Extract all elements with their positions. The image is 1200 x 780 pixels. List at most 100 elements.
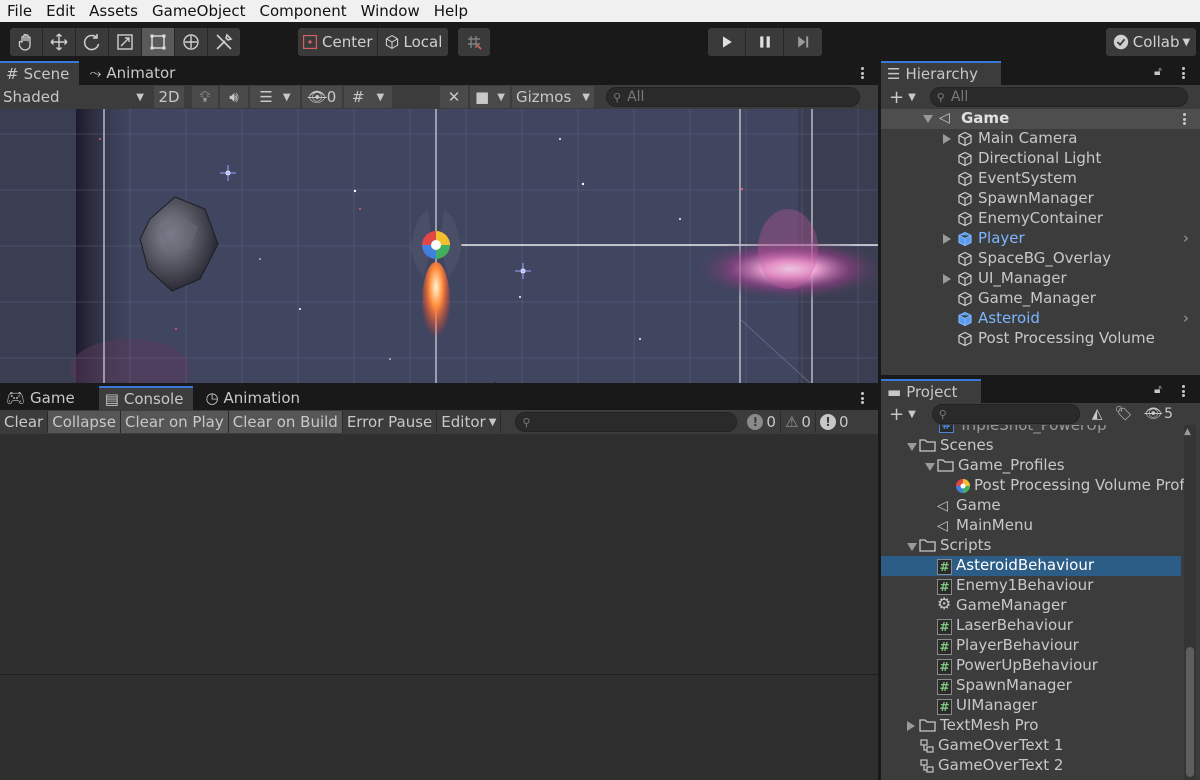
grid-snap-button[interactable] [458,28,490,56]
scroll-up-icon[interactable]: ▲ [1184,427,1191,437]
console-search-input[interactable]: ⚲ [515,412,738,432]
expand-arrow-icon[interactable] [907,721,915,731]
project-item[interactable]: GameOverText 1 [881,736,1181,756]
chevron-right-icon[interactable]: › [1183,229,1189,247]
tab-animator[interactable]: ⤳ Animator [83,61,185,85]
toggle-2d-button[interactable]: 2D [154,86,184,108]
custom-tool-button[interactable] [208,28,240,56]
clear-button[interactable]: Clear [0,411,49,433]
tab-console[interactable]: ▤ Console [98,386,194,410]
move-tool-button[interactable] [43,28,76,56]
menu-help[interactable]: Help [427,2,475,20]
project-item[interactable]: # Enemy1Behaviour [881,576,1181,596]
project-item[interactable]: # LaserBehaviour [881,616,1181,636]
lock-icon[interactable]: 🔓︎ [1154,64,1162,79]
camera-dropdown[interactable]: ■ ▼ [470,86,510,108]
error-filter-toggle[interactable]: ! 0 [816,411,853,433]
project-search-input[interactable]: ⚲ [931,404,1080,424]
hierarchy-item[interactable]: Directional Light [881,149,1200,169]
tab-scene[interactable]: # Scene [0,61,80,85]
project-item[interactable]: # UIManager [881,696,1181,716]
scene-row-menu-icon[interactable] [1177,111,1191,127]
log-filter-toggle[interactable]: ! 0 [743,411,781,433]
hierarchy-menu-icon[interactable] [1176,65,1190,81]
scene-row[interactable]: ◁ Game [881,109,1200,129]
menu-component[interactable]: Component [253,2,354,20]
transform-tool-button[interactable] [175,28,208,56]
scene-menu-icon[interactable] [855,65,869,81]
rect-tool-button[interactable] [142,28,175,56]
scale-tool-button[interactable] [109,28,142,56]
project-item[interactable]: Scripts [881,536,1181,556]
expand-arrow-icon[interactable] [943,134,951,144]
project-item[interactable]: # AsteroidBehaviour [881,556,1181,576]
editor-dropdown[interactable]: Editor ▼ [437,411,502,433]
project-item[interactable]: TextMesh Pro [881,716,1181,736]
pivot-local-button[interactable]: Local [378,28,449,56]
tab-hierarchy[interactable]: ☰ Hierarchy [881,61,1001,85]
collapse-button[interactable]: Collapse [48,411,121,433]
hierarchy-item[interactable]: Player › [881,229,1200,249]
expand-arrow-icon[interactable] [907,543,917,551]
project-scrollbar[interactable]: ▲ [1184,425,1196,780]
hierarchy-item[interactable]: SpawnManager [881,189,1200,209]
create-dropdown[interactable]: + ▼ [889,87,916,108]
collab-button[interactable]: Collab ▼ [1106,28,1196,56]
grid-dropdown[interactable]: # ▼ [344,86,392,108]
hierarchy-item[interactable]: Game_Manager [881,289,1200,309]
pause-button[interactable] [746,28,784,56]
project-item[interactable]: # SpawnManager [881,676,1181,696]
menu-window[interactable]: Window [354,2,427,20]
audio-toggle[interactable]: 🔊︎ [220,86,248,108]
lock-icon[interactable]: 🔓︎ [1154,382,1162,397]
project-item[interactable]: # PlayerBehaviour [881,636,1181,656]
shading-mode-dropdown[interactable]: Shaded ▼ [0,85,148,109]
pivot-center-button[interactable]: Center [298,28,378,56]
tab-project[interactable]: ▬ Project [881,379,981,403]
lighting-toggle[interactable]: 💡︎ [192,86,218,108]
error-pause-button[interactable]: Error Pause [343,411,438,433]
project-create-dropdown[interactable]: + ▼ [889,404,916,425]
project-menu-icon[interactable] [1176,383,1190,399]
project-item[interactable]: # PowerUpBehaviour [881,656,1181,676]
menu-gameobject[interactable]: GameObject [145,2,253,20]
warning-filter-toggle[interactable]: ⚠ 0 [781,411,816,433]
tab-game[interactable]: 🎮︎ Game [0,386,85,410]
project-item[interactable]: ⚙ GameManager [881,594,1181,616]
menu-edit[interactable]: Edit [39,2,82,20]
hierarchy-item[interactable]: Main Camera [881,129,1200,149]
filter-by-label-icon[interactable]: 🏷︎ [1115,406,1133,422]
expand-arrow-icon[interactable] [943,234,951,244]
project-item[interactable]: Game_Profiles [881,456,1181,476]
hierarchy-item[interactable]: Post Processing Volume [881,329,1200,349]
project-item[interactable]: Post Processing Volume Prof [881,476,1185,496]
expand-arrow-icon[interactable] [925,463,935,471]
hidden-packages-toggle[interactable]: 👁︎ 5 [1144,406,1173,422]
expand-arrow-icon[interactable] [923,115,933,123]
filter-by-type-icon[interactable]: ◭ [1092,406,1103,422]
hierarchy-item[interactable]: Asteroid › [881,309,1200,329]
project-item[interactable]: ◁ Game [881,496,1181,516]
step-button[interactable] [784,28,822,56]
play-button[interactable] [708,28,746,56]
scene-search-input[interactable]: ⚲ All [606,87,860,107]
menu-assets[interactable]: Assets [82,2,145,20]
hierarchy-item[interactable]: SpaceBG_Overlay [881,249,1200,269]
hierarchy-item[interactable]: EnemyContainer [881,209,1200,229]
hand-tool-button[interactable] [10,28,43,56]
project-item[interactable]: Scenes [881,436,1181,456]
expand-arrow-icon[interactable] [943,274,951,284]
hierarchy-item[interactable]: EventSystem [881,169,1200,189]
effects-dropdown[interactable]: ☰ ▼ [250,86,300,108]
clear-on-play-button[interactable]: Clear on Play [120,411,229,433]
gizmos-dropdown[interactable]: Gizmos ▼ [512,86,594,108]
project-item[interactable]: GameOverText 2 [881,756,1181,776]
tab-animation[interactable]: ◷ Animation [199,386,310,410]
clear-on-build-button[interactable]: Clear on Build [228,411,343,433]
console-log-area[interactable] [0,434,878,780]
list-item[interactable]: # TripleShot_PowerUp [939,425,1107,435]
expand-arrow-icon[interactable] [907,443,917,451]
scrollbar-thumb[interactable] [1186,647,1194,777]
menu-file[interactable]: File [0,2,39,20]
scene-visibility-toggle[interactable]: 👁︎ 0 [302,86,342,108]
